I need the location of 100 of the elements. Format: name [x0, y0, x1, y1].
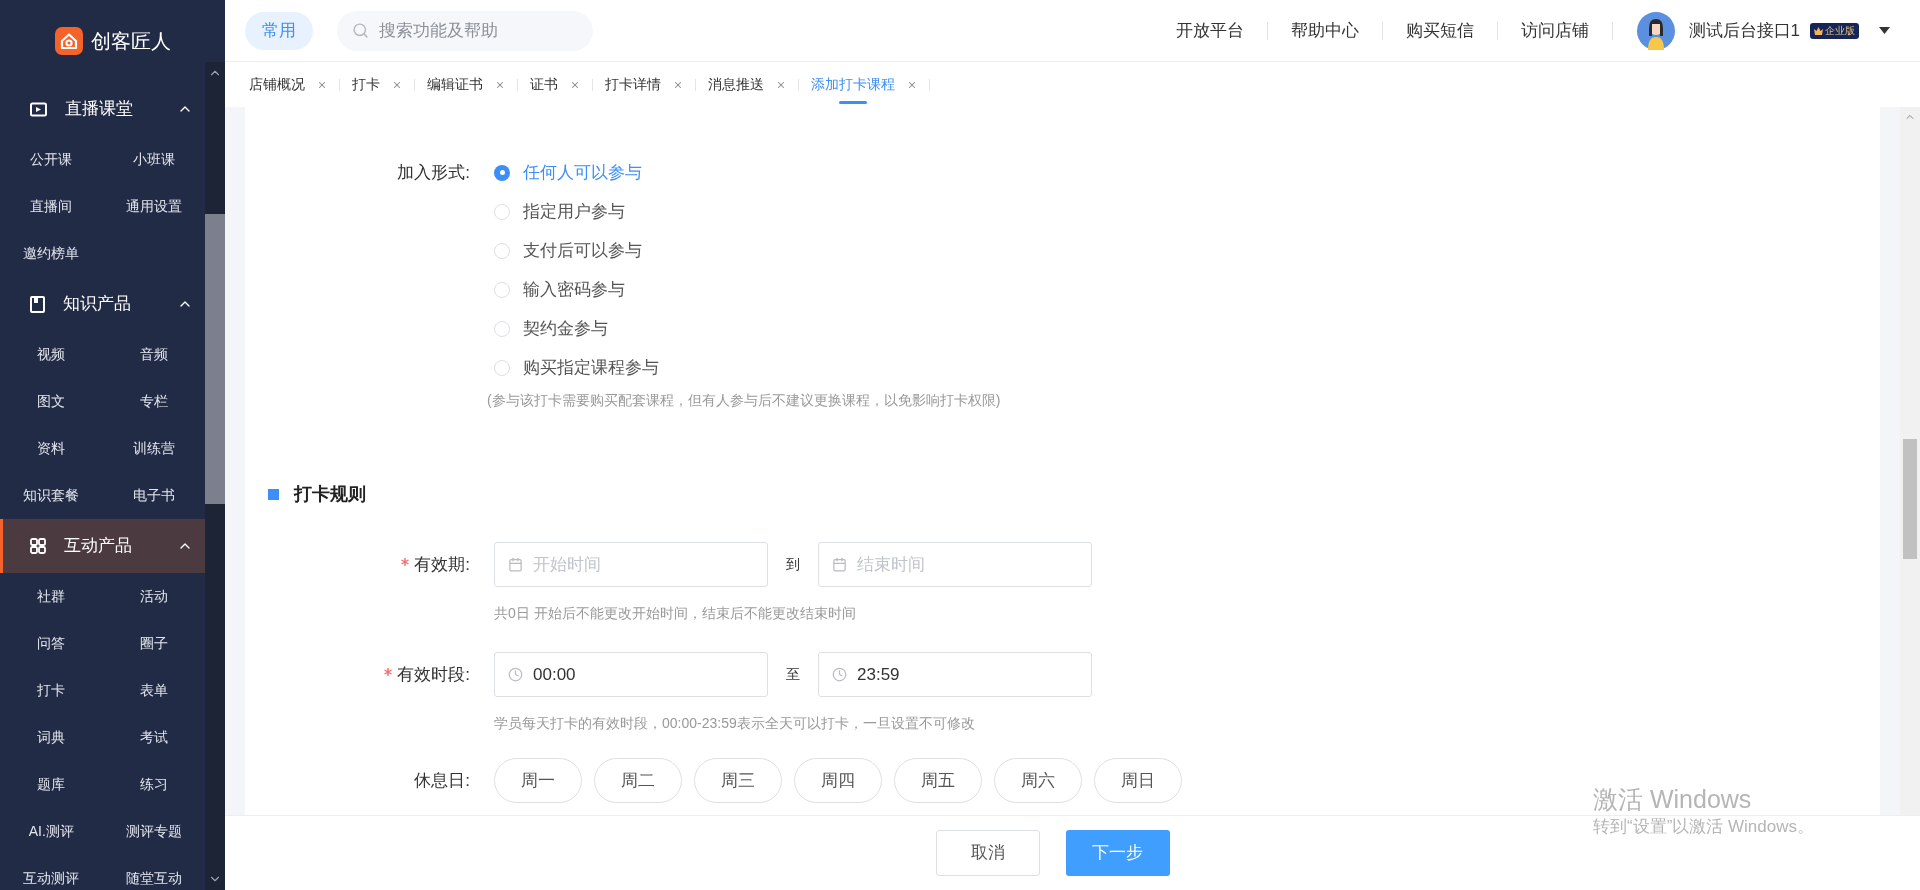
weekday-toggle[interactable]: 周日 [1094, 758, 1182, 803]
activation-title: 激活 Windows [1593, 784, 1753, 814]
calendar-icon [508, 557, 523, 572]
top-link[interactable]: 访问店铺 [1497, 17, 1612, 44]
sidebar-item[interactable]: AI.测评 [28, 821, 74, 842]
field-label: 有效时段: [397, 663, 470, 686]
logo-icon [54, 27, 83, 55]
close-icon[interactable] [317, 79, 327, 90]
close-icon[interactable] [776, 79, 786, 90]
sidebar-item[interactable]: 练习 [139, 774, 168, 795]
date-field[interactable]: 开始时间 [494, 542, 768, 587]
calendar-icon [832, 557, 847, 572]
page-tab[interactable]: 店铺概况 [237, 62, 339, 107]
close-icon[interactable] [673, 79, 683, 90]
page-tab[interactable]: 编辑证书 [415, 62, 517, 107]
sidebar-item[interactable]: 公开课 [30, 149, 73, 170]
scrollbar-thumb[interactable] [205, 214, 225, 504]
scrollbar[interactable] [205, 62, 225, 890]
sidebar-item[interactable]: 互动测评 [23, 868, 80, 889]
radio-label[interactable]: 购买指定课程参与 [523, 354, 659, 381]
sidebar-item[interactable]: 词典 [37, 727, 66, 748]
scrollbar[interactable] [1900, 107, 1920, 815]
page-tab[interactable]: 证书 [518, 62, 592, 107]
sidebar-item[interactable]: 小班课 [132, 149, 175, 170]
sidebar-item[interactable]: 图文 [37, 391, 66, 412]
close-icon[interactable] [907, 79, 917, 90]
user-name: 测试后台接口1 [1688, 19, 1800, 42]
page-tab[interactable]: 打卡 [340, 62, 414, 107]
field-label: 休息日: [414, 769, 470, 792]
close-icon[interactable] [570, 79, 580, 90]
weekday-toggle[interactable]: 周六 [994, 758, 1082, 803]
sidebar-item[interactable]: 视频 [37, 344, 66, 365]
radio-label[interactable]: 指定用户参与 [523, 198, 625, 225]
weekday-toggle[interactable]: 周五 [894, 758, 982, 803]
sidebar-item[interactable]: 专栏 [139, 391, 168, 412]
sidebar-item[interactable]: 训练营 [132, 438, 175, 459]
radio-button[interactable] [494, 359, 510, 376]
radio-label[interactable]: 输入密码参与 [523, 276, 625, 303]
scrollbar-thumb[interactable] [1903, 439, 1917, 559]
page-tab[interactable]: 打卡详情 [593, 62, 695, 107]
weekday-toggle[interactable]: 周三 [694, 758, 782, 803]
book-icon [30, 295, 45, 313]
cancel-button[interactable]: 取消 [935, 830, 1040, 876]
time-field[interactable]: 23:59 [818, 652, 1092, 697]
sidebar-item[interactable]: 圈子 [139, 633, 168, 654]
section-marker [268, 489, 279, 500]
radio-button[interactable] [494, 320, 510, 337]
sidebar-item[interactable]: 题库 [37, 774, 66, 795]
weekday-toggle[interactable]: 周一 [494, 758, 582, 803]
date-field[interactable]: 结束时间 [818, 542, 1092, 587]
close-icon[interactable] [495, 79, 505, 90]
clock-icon [508, 667, 523, 682]
sidebar-item[interactable]: 问答 [37, 633, 66, 654]
close-icon[interactable] [392, 79, 402, 90]
sidebar-item[interactable]: 电子书 [132, 485, 175, 506]
hint-text: 共0日 开始后不能更改开始时间，结束后不能更改结束时间 [494, 604, 857, 623]
field-label: 有效期: [414, 553, 470, 576]
sidebar-item[interactable]: 打卡 [37, 680, 66, 701]
weekday-toggle[interactable]: 周二 [594, 758, 682, 803]
sidebar-item[interactable]: 表单 [139, 680, 168, 701]
sidebar-item[interactable]: 直播间 [30, 196, 73, 217]
grid-icon [30, 538, 46, 554]
top-link[interactable]: 帮助中心 [1267, 17, 1382, 44]
page-tab[interactable]: 消息推送 [696, 62, 798, 107]
weekday-toggle[interactable]: 周四 [794, 758, 882, 803]
sidebar-item[interactable]: 考试 [139, 727, 168, 748]
radio-button[interactable] [494, 203, 510, 220]
hint-text: 学员每天打卡的有效时段，00:00-23:59表示全天可以打卡，一旦设置不可修改 [494, 714, 976, 733]
sidebar-item[interactable]: 知识套餐 [23, 485, 80, 506]
video-camera-icon [30, 101, 47, 117]
radio-label[interactable]: 契约金参与 [523, 315, 608, 342]
activation-message: 转到“设置”以激活 Windows。 [1593, 816, 1814, 838]
top-link[interactable]: 购买短信 [1382, 17, 1497, 44]
radio-button[interactable] [494, 164, 510, 181]
sidebar-item[interactable]: 活动 [139, 586, 168, 607]
range-separator: 至 [785, 665, 801, 684]
sidebar-group-header[interactable]: 互动产品 [0, 519, 205, 573]
radio-label[interactable]: 支付后可以参与 [523, 237, 642, 264]
sidebar-item[interactable]: 音频 [139, 344, 168, 365]
dropdown-caret-icon[interactable] [1879, 27, 1890, 34]
hint-text: (参与该打卡需要购买配套课程，但有人参与后不建议更换课程，以免影响打卡权限) [487, 391, 1001, 410]
sidebar-item[interactable]: 资料 [37, 438, 66, 459]
range-separator: 到 [785, 555, 801, 574]
sidebar-group-header[interactable]: 知识产品 [0, 277, 205, 331]
radio-button[interactable] [494, 242, 510, 259]
sidebar-item[interactable]: 测评专题 [125, 821, 182, 842]
field-label: 加入形式: [397, 161, 470, 184]
radio-button[interactable] [494, 281, 510, 298]
sidebar-item[interactable]: 通用设置 [125, 196, 182, 217]
time-field[interactable]: 00:00 [494, 652, 768, 697]
search-icon [352, 21, 369, 39]
plan-badge: 企业版 [1810, 22, 1859, 39]
sidebar-item[interactable]: 随堂互动 [125, 868, 182, 889]
sidebar-item[interactable]: 社群 [37, 586, 66, 607]
top-link[interactable]: 开放平台 [1152, 17, 1267, 44]
avatar[interactable] [1636, 11, 1675, 50]
clock-icon [832, 667, 847, 682]
search-field[interactable]: 搜索功能及帮助 [337, 10, 593, 51]
sidebar-item[interactable]: 邀约榜单 [23, 243, 80, 264]
sidebar-group-header[interactable]: 直播课堂 [0, 82, 205, 136]
